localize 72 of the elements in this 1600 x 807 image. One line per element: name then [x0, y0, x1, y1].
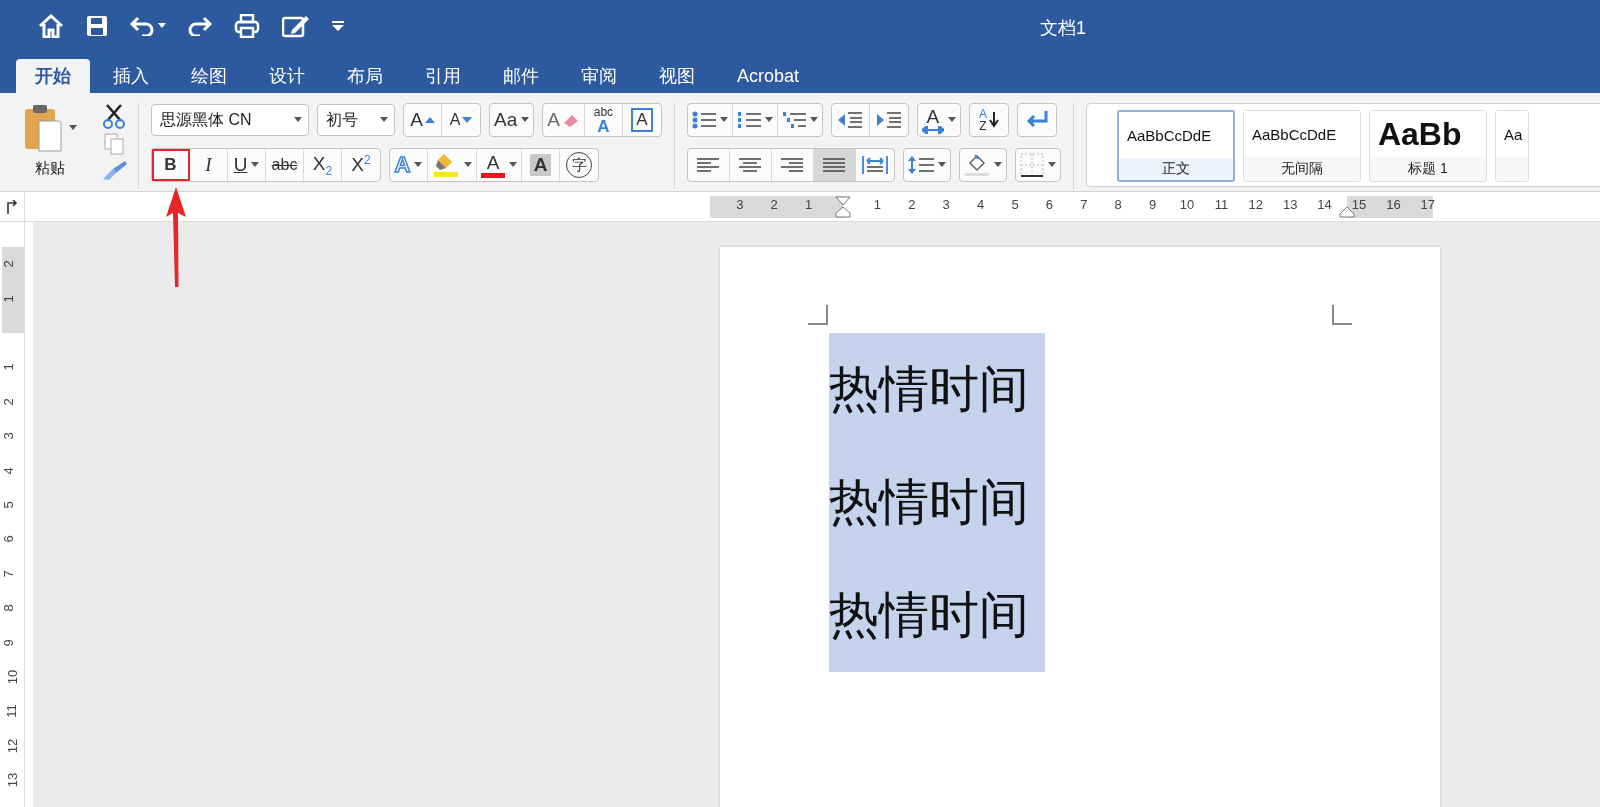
ribbon-tab[interactable]: 插入 [94, 59, 168, 93]
ruler-number: 12 [4, 738, 20, 754]
text-direction-button[interactable]: A [917, 104, 960, 136]
ruler-number: 13 [4, 772, 20, 788]
ruler-number: 6 [1, 535, 17, 543]
ruler-number: 2 [1, 398, 17, 406]
ruler-number: 12 [1248, 197, 1264, 212]
ruler-number: 3 [1, 432, 17, 440]
ruler-number: 4 [1, 467, 17, 475]
ruler-number: 3 [736, 197, 744, 212]
ruler-number: 10 [4, 669, 20, 685]
ruler-number: 9 [1149, 197, 1157, 212]
window-title: 文档1 [1040, 17, 1086, 40]
font-size-dropdown[interactable]: 初号 [317, 104, 395, 136]
ruler-number: 5 [1, 501, 17, 509]
ruler-number: 13 [1282, 197, 1298, 212]
ribbon-tab[interactable]: 邮件 [484, 59, 558, 93]
ruler-number: 8 [1, 604, 17, 612]
underline-button[interactable]: U [228, 149, 266, 181]
ribbon-tab[interactable]: 视图 [640, 59, 714, 93]
paragraph-text: 热情时间 [829, 446, 1045, 559]
ruler-number: 2 [770, 197, 778, 212]
ruler-number: 3 [942, 197, 950, 212]
ruler-number: 1 [1, 363, 17, 371]
ribbon-tab[interactable]: 布局 [328, 59, 402, 93]
ruler-number: 17 [1420, 197, 1436, 212]
ruler-number: 7 [1080, 197, 1088, 212]
color-button[interactable]: A [477, 149, 522, 181]
ribbon-tab[interactable]: 绘图 [172, 59, 246, 93]
ruler-number: 5 [1011, 197, 1019, 212]
grow-button[interactable]: A [404, 104, 442, 136]
ruler-number: 15 [1351, 197, 1367, 212]
shade-button[interactable]: A [522, 149, 560, 181]
ruler-number: 2 [908, 197, 916, 212]
paragraph-text: 热情时间 [829, 333, 1045, 446]
paste-label: 粘贴 [35, 159, 65, 178]
ruler-number: 7 [1, 570, 17, 578]
italic-button[interactable]: I [190, 149, 228, 181]
paragraph-text: 热情时间 [829, 559, 1045, 672]
ruler-number: 8 [1114, 197, 1122, 212]
ruler-number: 1 [805, 197, 813, 212]
ribbon-tab[interactable]: 设计 [250, 59, 324, 93]
case-button[interactable]: Aa [490, 104, 534, 136]
ruler-number: 6 [1045, 197, 1053, 212]
ribbon-tab[interactable]: 开始 [16, 59, 90, 93]
ruler-number: 16 [1386, 197, 1401, 212]
sort-button[interactable]: A Z [969, 104, 1008, 136]
ruler-number: 1 [1, 295, 17, 303]
ribbon-tab[interactable]: Acrobat [718, 59, 819, 93]
strike-button[interactable]: abc [266, 149, 304, 181]
ruler-number: 9 [1, 639, 17, 647]
ruler-number: 1 [873, 197, 881, 212]
bold-button[interactable]: B [152, 149, 190, 181]
clear-button[interactable]: A [543, 104, 585, 136]
ruler-number: 11 [1214, 197, 1229, 212]
style-card[interactable]: AaBb 标题 1 [1368, 110, 1487, 182]
ribbon-tab[interactable]: 审阅 [562, 59, 636, 93]
border-button[interactable]: A [622, 104, 661, 136]
style-card[interactable]: AaBbCcDdE 正文 [1116, 110, 1235, 182]
ruler-number: 14 [1317, 197, 1332, 212]
ruler-number: 4 [977, 197, 985, 212]
phonetic-button[interactable]: abc A [584, 104, 623, 136]
ribbon-tab[interactable]: 引用 [406, 59, 480, 93]
style-card[interactable]: AaBbCcDdE 无间隔 [1242, 110, 1361, 182]
ruler-number: 10 [1179, 197, 1195, 212]
ruler-number: 2 [1, 260, 17, 268]
font-name-dropdown[interactable]: 思源黑体 CN [151, 104, 309, 136]
ruler-number: 11 [4, 704, 20, 719]
subscript-button[interactable]: X$_{2}$ [304, 149, 342, 181]
superscript-button[interactable]: X$^{2}$ [342, 149, 380, 181]
shrink-button[interactable]: A [442, 104, 480, 136]
style-card[interactable]: Aa [1494, 110, 1529, 182]
